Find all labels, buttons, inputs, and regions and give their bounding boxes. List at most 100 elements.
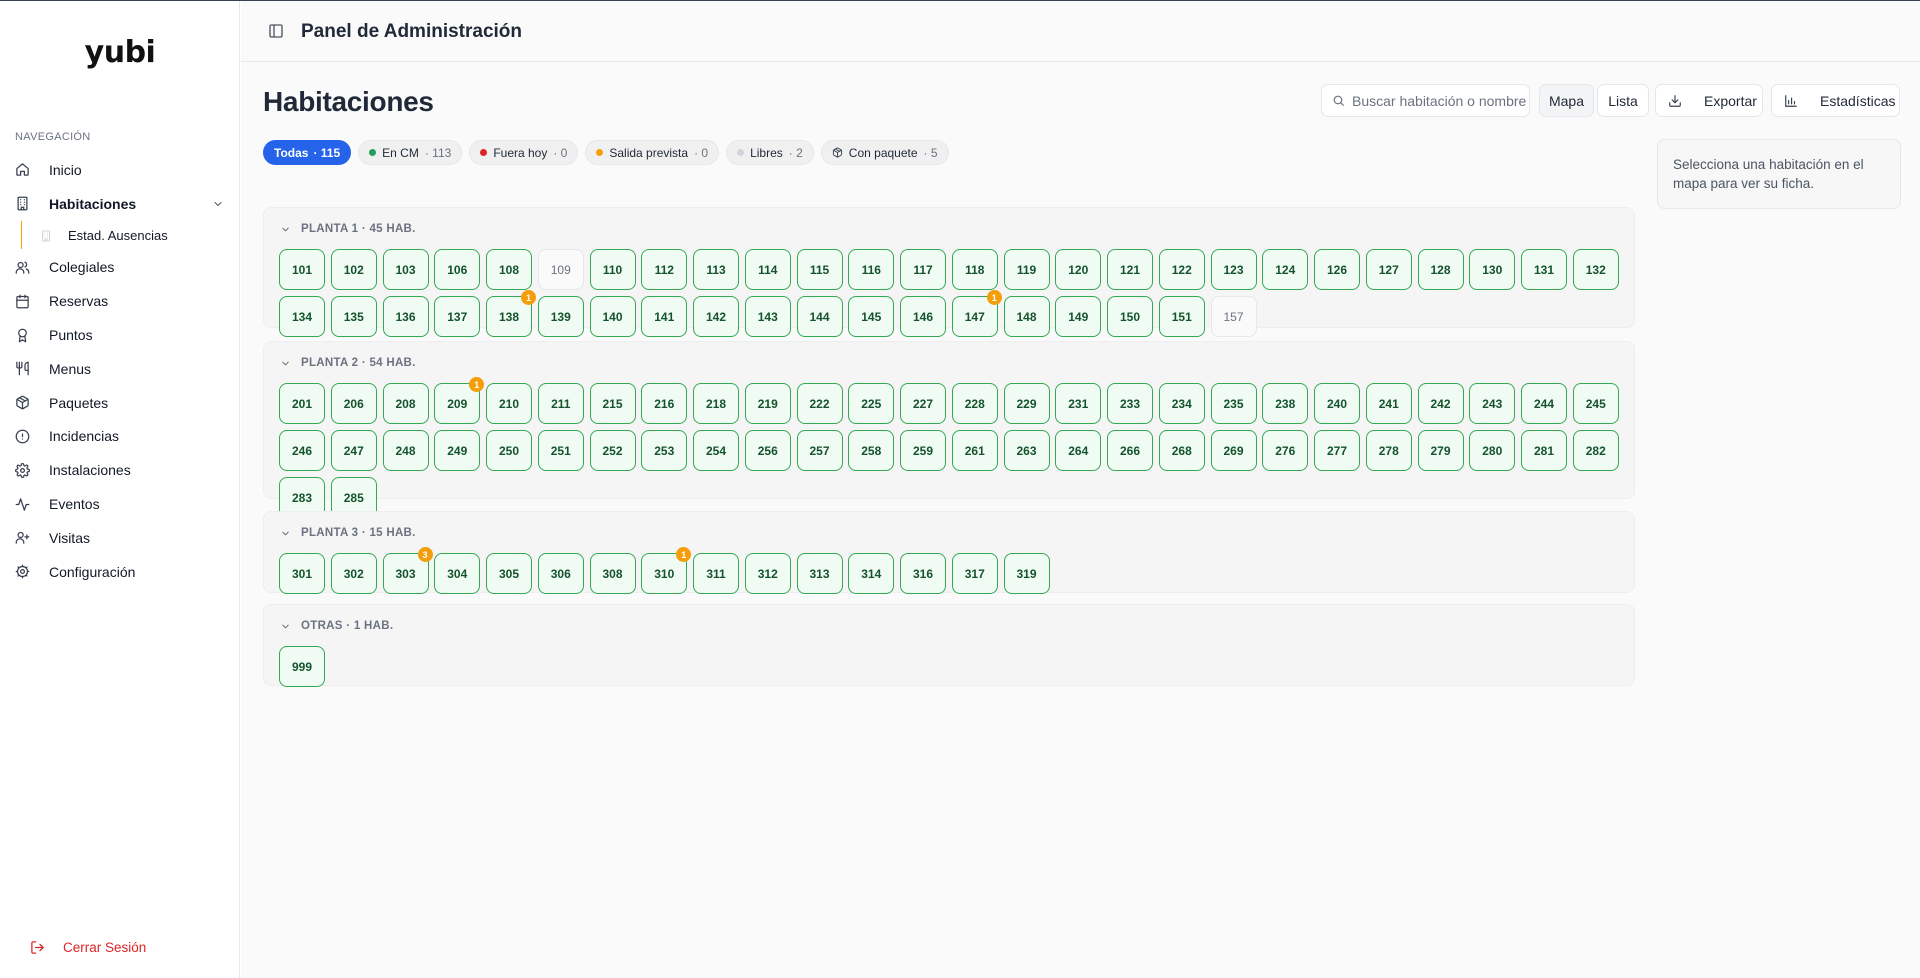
sidebar-item-reservas[interactable]: Reservas [0,284,240,318]
room-button[interactable]: 246 [279,430,325,471]
room-button[interactable]: 110 [589,249,636,290]
filter-chip-en-cm[interactable]: En CM · 113 [358,140,463,165]
room-button[interactable]: 234 [1158,383,1205,424]
export-button[interactable]: Exportar [1655,84,1763,117]
filter-chip-salida-prevista[interactable]: Salida prevista · 0 [585,140,720,165]
room-button[interactable]: 238 [1262,383,1309,424]
room-button[interactable]: 140 [589,296,636,337]
room-button[interactable]: 245 [1572,383,1619,424]
room-button[interactable]: 112 [641,249,688,290]
room-button[interactable]: 127 [1365,249,1412,290]
room-button[interactable]: 280 [1469,430,1516,471]
room-button[interactable]: 312 [744,553,791,594]
room-button[interactable]: 257 [796,430,843,471]
room-button[interactable]: 250 [486,430,532,471]
sidebar-toggle-icon[interactable] [268,23,284,39]
room-button[interactable]: 258 [848,430,895,471]
room-button[interactable]: 118 [951,249,998,290]
room-button[interactable]: 132 [1572,249,1619,290]
floor-toggle[interactable]: PLANTA 2 · 54 HAB. [280,354,1634,372]
room-button[interactable]: 209 1 [434,377,485,424]
room-button[interactable]: 145 [848,296,895,337]
room-button[interactable]: 253 [641,430,688,471]
floor-toggle[interactable]: OTRAS · 1 HAB. [280,617,1634,635]
room-button[interactable]: 206 [330,383,377,424]
room-button[interactable]: 208 [382,383,429,424]
room-button[interactable]: 150 [1107,296,1153,337]
room-button[interactable]: 266 [1107,430,1153,471]
filter-chip-fuera-hoy[interactable]: Fuera hoy · 0 [469,140,579,165]
room-button[interactable]: 233 [1107,383,1153,424]
sidebar-item-puntos[interactable]: Puntos [0,318,240,352]
room-button[interactable]: 141 [641,296,688,337]
room-button[interactable]: 999 [279,646,325,687]
room-button[interactable]: 251 [537,430,584,471]
stats-button[interactable]: Estadísticas [1771,84,1900,117]
room-button[interactable]: 310 1 [641,547,692,594]
sidebar-item-configuracion[interactable]: Configuración [0,555,240,589]
room-button[interactable]: 279 [1417,430,1464,471]
room-button[interactable]: 247 [330,430,377,471]
room-button[interactable]: 116 [848,249,895,290]
room-button[interactable]: 211 [537,383,584,424]
room-button[interactable]: 218 [693,383,739,424]
room-button[interactable]: 278 [1365,430,1412,471]
room-button[interactable]: 268 [1158,430,1205,471]
room-button[interactable]: 121 [1107,249,1153,290]
room-button[interactable]: 144 [796,296,843,337]
sidebar-item-instalaciones[interactable]: Instalaciones [0,453,240,487]
room-button[interactable]: 103 [382,249,429,290]
room-button[interactable]: 122 [1158,249,1205,290]
room-button[interactable]: 225 [848,383,895,424]
room-button[interactable]: 128 [1417,249,1464,290]
room-button[interactable]: 101 [279,249,325,290]
view-list-button[interactable]: Lista [1597,84,1649,117]
room-button[interactable]: 243 [1469,383,1516,424]
room-button[interactable]: 109 [537,249,584,290]
room-button[interactable]: 240 [1314,383,1360,424]
room-button[interactable]: 241 [1365,383,1412,424]
room-button[interactable]: 304 [434,553,481,594]
room-button[interactable]: 130 [1469,249,1516,290]
room-button[interactable]: 244 [1521,383,1567,424]
room-button[interactable]: 314 [848,553,895,594]
room-button[interactable]: 256 [744,430,791,471]
room-button[interactable]: 143 [744,296,791,337]
room-button[interactable]: 117 [900,249,946,290]
room-button[interactable]: 147 1 [951,290,1002,337]
filter-chip-con-paquete[interactable]: Con paquete · 5 [820,140,949,165]
room-button[interactable]: 216 [641,383,688,424]
sidebar-item-incidencias[interactable]: Incidencias [0,420,240,454]
room-button[interactable]: 261 [951,430,998,471]
room-button[interactable]: 123 [1210,249,1257,290]
room-button[interactable]: 114 [744,249,791,290]
room-button[interactable]: 222 [796,383,843,424]
room-button[interactable]: 157 [1210,296,1257,337]
room-button[interactable]: 263 [1003,430,1050,471]
room-button[interactable]: 215 [589,383,636,424]
room-button[interactable]: 308 [589,553,636,594]
room-button[interactable]: 229 [1003,383,1050,424]
floor-toggle[interactable]: PLANTA 3 · 15 HAB. [280,524,1634,542]
room-button[interactable]: 317 [951,553,998,594]
view-map-button[interactable]: Mapa [1539,84,1594,117]
room-button[interactable]: 136 [382,296,429,337]
room-button[interactable]: 210 [486,383,532,424]
room-button[interactable]: 282 [1572,430,1619,471]
room-button[interactable]: 303 3 [382,547,433,594]
room-button[interactable]: 313 [796,553,843,594]
room-button[interactable]: 281 [1521,430,1567,471]
room-button[interactable]: 126 [1314,249,1360,290]
room-button[interactable]: 252 [589,430,636,471]
sidebar-item-eventos[interactable]: Eventos [0,487,240,521]
room-button[interactable]: 301 [279,553,325,594]
room-button[interactable]: 305 [486,553,532,594]
room-button[interactable]: 248 [382,430,429,471]
room-button[interactable]: 137 [434,296,481,337]
sidebar-item-visitas[interactable]: Visitas [0,521,240,555]
room-button[interactable]: 259 [900,430,946,471]
room-button[interactable]: 113 [693,249,739,290]
logout-button[interactable]: Cerrar Sesión [30,940,146,955]
room-button[interactable]: 316 [900,553,946,594]
room-button[interactable]: 235 [1210,383,1257,424]
